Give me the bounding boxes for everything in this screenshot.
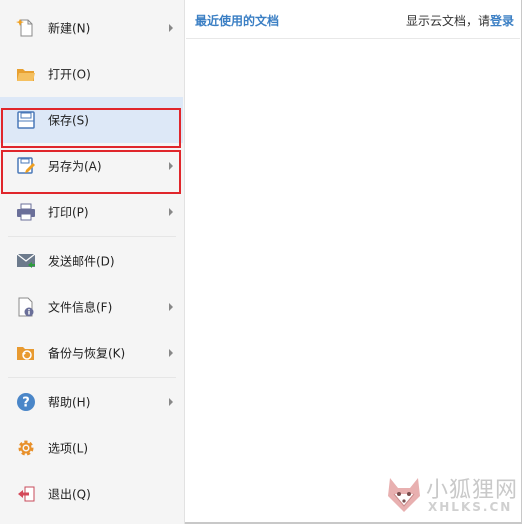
submenu-arrow-icon [169,303,173,311]
menu-item-new[interactable]: 新建(N) [0,5,183,51]
menu-item-help[interactable]: ? 帮助(H) [0,379,183,425]
new-document-icon [16,18,36,38]
menu-item-exit[interactable]: 退出(Q) [0,471,183,517]
menu-divider [8,236,176,237]
file-info-icon [16,297,36,317]
printer-icon [16,202,36,222]
menu-item-print[interactable]: 打印(P) [0,189,183,235]
submenu-arrow-icon [169,349,173,357]
menu-divider [8,377,176,378]
menu-item-save[interactable]: 保存(S) [0,97,183,143]
menu-item-save-as[interactable]: 另存为(A) [0,143,183,189]
svg-text:?: ? [22,396,30,411]
login-link[interactable]: 登录 [490,14,514,28]
menu-item-label: 备份与恢复(K) [48,346,126,361]
recent-documents-title: 最近使用的文档 [195,14,280,28]
menu-item-label: 新建(N) [48,21,91,36]
menu-item-send-mail[interactable]: 发送邮件(D) [0,238,183,284]
watermark: 小狐狸网 XHLKS.CN [380,470,520,522]
menu-item-file-info[interactable]: 文件信息(F) [0,284,183,330]
menu-item-label: 保存(S) [48,113,89,128]
cloud-prompt-text: 显示云文档，请 [405,14,490,28]
gear-icon [16,438,36,458]
menu-item-label: 另存为(A) [48,159,102,174]
menu-item-options[interactable]: 选项(L) [0,425,183,471]
send-mail-icon [16,251,36,271]
menu-item-open[interactable]: 打开(O) [0,51,183,97]
submenu-arrow-icon [169,398,173,406]
help-icon: ? [16,392,36,412]
save-icon [16,110,36,130]
backup-restore-icon [16,343,36,363]
submenu-arrow-icon [169,208,173,216]
fox-logo-icon [388,478,420,512]
file-menu-sidebar: 新建(N) 打开(O) 保存(S) 另存为(A) 打印(P) 发送邮件(D) 文… [0,0,185,524]
menu-item-label: 退出(Q) [48,487,91,502]
menu-item-label: 打开(O) [48,67,91,82]
menu-item-label: 帮助(H) [48,395,91,410]
recent-documents-header: 最近使用的文档 显示云文档，请登录 [186,0,520,39]
save-as-icon [16,156,36,176]
menu-item-label: 文件信息(F) [48,300,113,315]
open-folder-icon [16,64,36,84]
menu-item-label: 发送邮件(D) [48,254,115,269]
menu-item-backup-restore[interactable]: 备份与恢复(K) [0,330,183,376]
cloud-docs-prompt: 显示云文档，请登录 [406,12,514,29]
file-menu-window: 新建(N) 打开(O) 保存(S) 另存为(A) 打印(P) 发送邮件(D) 文… [0,0,522,524]
exit-icon [16,484,36,504]
submenu-arrow-icon [169,162,173,170]
menu-item-label: 选项(L) [48,441,89,456]
menu-item-label: 打印(P) [48,205,89,220]
submenu-arrow-icon [169,24,173,32]
watermark-text-en: XHLKS.CN [428,500,513,514]
